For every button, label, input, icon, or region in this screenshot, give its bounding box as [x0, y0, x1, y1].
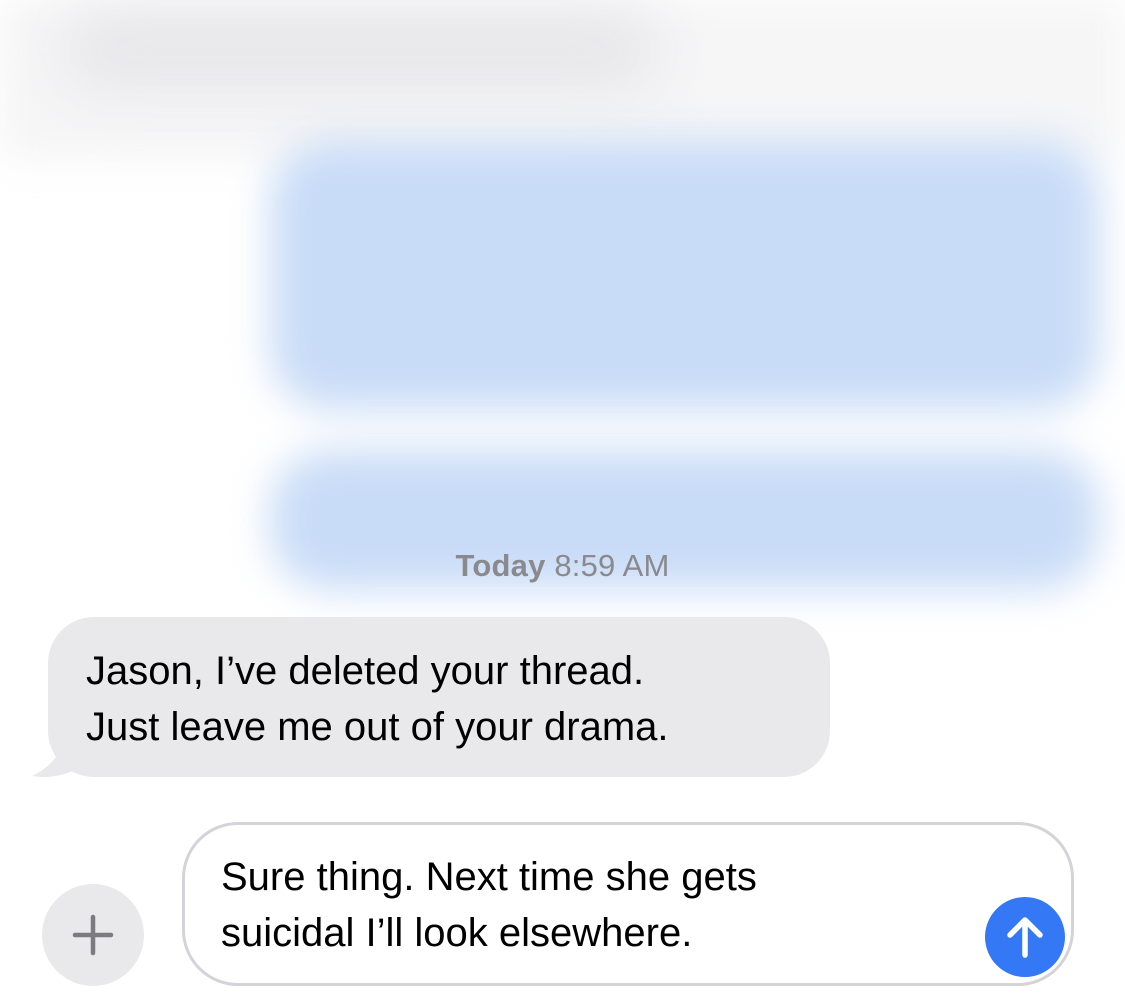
timestamp-day: Today	[455, 548, 546, 583]
plus-icon	[72, 914, 114, 956]
message-text-line: Jason, I’ve deleted your thread.	[86, 649, 645, 693]
timestamp-time: 8:59 AM	[554, 548, 670, 583]
message-draft-text[interactable]: Sure thing. Next time she gets suicidal …	[221, 849, 941, 961]
add-attachment-button[interactable]	[42, 884, 144, 986]
redacted-outgoing-bubble	[270, 140, 1100, 410]
arrow-up-icon	[1007, 917, 1043, 958]
send-button[interactable]	[985, 897, 1065, 977]
redacted-incoming-bubble	[60, 10, 660, 90]
message-text-line: Just leave me out of your drama.	[86, 705, 669, 749]
draft-text-line: suicidal I’ll look elsewhere.	[221, 911, 693, 955]
message-input-field[interactable]: Sure thing. Next time she gets suicidal …	[182, 822, 1074, 986]
incoming-message-bubble[interactable]: Jason, I’ve deleted your thread. Just le…	[48, 617, 830, 777]
message-timestamp: Today 8:59 AM	[0, 548, 1125, 584]
messages-screen: Today 8:59 AM Jason, I’ve deleted your t…	[0, 0, 1125, 1002]
draft-text-line: Sure thing. Next time she gets	[221, 855, 757, 899]
